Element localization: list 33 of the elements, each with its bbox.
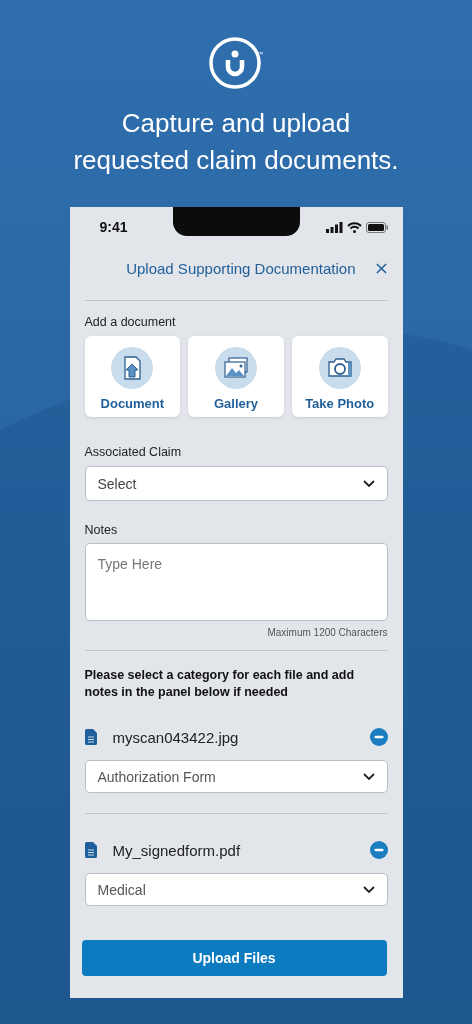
instruction-text: Please select a category for each file and add notes in the panel below if needed xyxy=(84,667,356,701)
wifi-icon xyxy=(346,221,362,233)
status-time: 9:41 xyxy=(99,219,128,235)
add-option-button[interactable]: Gallery xyxy=(188,336,284,417)
document-upload-icon xyxy=(110,346,155,390)
chevron-down-icon xyxy=(362,772,375,781)
category-dropdown[interactable]: Authorization Form xyxy=(84,760,388,793)
camera-icon xyxy=(317,346,362,390)
upload-files-button[interactable]: Upload Files xyxy=(81,940,387,976)
screen-title: Upload Supporting Documentation xyxy=(125,259,357,277)
category-dropdown[interactable]: Medical xyxy=(84,873,388,906)
file-name: My_signedform.pdf xyxy=(112,841,242,859)
signal-icon xyxy=(325,221,343,233)
file-name: myscan043422.jpg xyxy=(112,728,240,746)
field-label: Notes xyxy=(84,523,119,537)
claim-dropdown[interactable]: Select xyxy=(84,466,388,501)
battery-icon xyxy=(365,221,389,233)
remove-icon[interactable] xyxy=(369,728,388,746)
file-icon xyxy=(84,842,97,858)
remove-icon[interactable] xyxy=(369,841,388,859)
gallery-icon xyxy=(214,346,258,390)
section-label: Add a document xyxy=(84,315,177,329)
file-icon xyxy=(84,729,97,745)
chevron-down-icon xyxy=(362,479,375,488)
field-label: Associated Claim xyxy=(84,445,183,459)
notes-field[interactable]: Type Here xyxy=(84,543,388,621)
character-limit-hint: Maximum 1200 Characters xyxy=(267,627,388,638)
add-option-button[interactable]: Take Photo xyxy=(291,336,388,417)
headline: Capture and upload requested claim documents. xyxy=(73,107,399,177)
close-icon[interactable] xyxy=(375,262,387,274)
add-option-button[interactable]: Document xyxy=(84,336,181,417)
logo-icon xyxy=(209,37,261,89)
chevron-down-icon xyxy=(362,885,375,894)
